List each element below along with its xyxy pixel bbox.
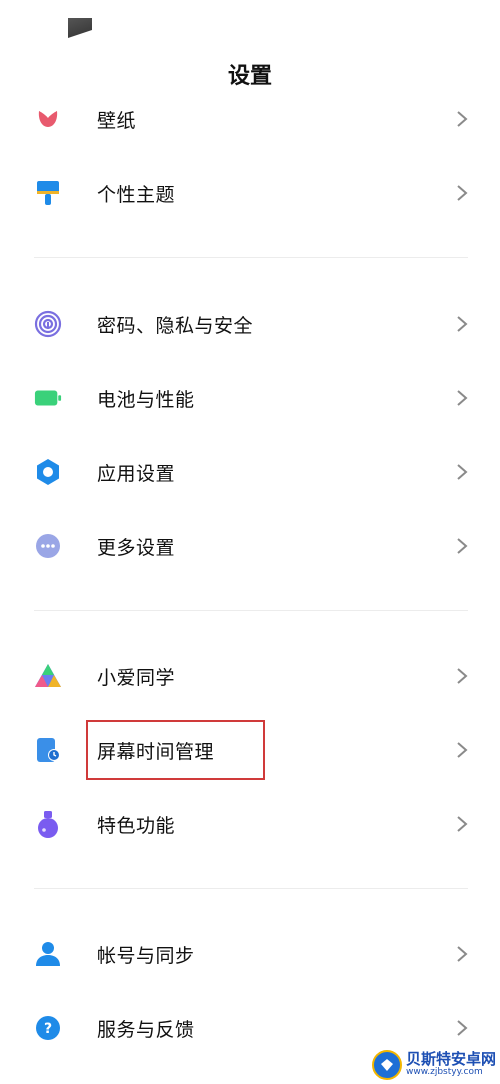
status-bar-indicator bbox=[68, 18, 92, 38]
more-dots-icon bbox=[34, 532, 62, 560]
fingerprint-icon bbox=[34, 310, 62, 338]
gear-icon bbox=[34, 458, 62, 486]
xiaoai-icon bbox=[34, 662, 62, 690]
flask-icon bbox=[34, 810, 62, 838]
settings-item-label: 电池与性能 bbox=[97, 388, 195, 411]
chevron-right-icon bbox=[454, 460, 470, 484]
settings-item-label: 壁纸 bbox=[97, 109, 137, 132]
settings-item-more[interactable]: 更多设置 bbox=[0, 516, 500, 576]
section-divider bbox=[34, 257, 468, 258]
svg-text:?: ? bbox=[44, 1021, 52, 1037]
watermark-url: www.zjbstyy.com bbox=[406, 1066, 483, 1077]
screen-time-icon bbox=[34, 736, 62, 764]
settings-item-theme[interactable]: 个性主题 bbox=[0, 163, 500, 223]
chevron-right-icon bbox=[454, 312, 470, 336]
settings-item-battery[interactable]: 电池与性能 bbox=[0, 368, 500, 428]
chevron-right-icon bbox=[454, 812, 470, 836]
settings-item-account-sync[interactable]: 帐号与同步 bbox=[0, 924, 500, 984]
chevron-right-icon bbox=[454, 181, 470, 205]
wallpaper-icon bbox=[34, 105, 62, 133]
chevron-right-icon bbox=[454, 664, 470, 688]
settings-item-app-settings[interactable]: 应用设置 bbox=[0, 442, 500, 502]
settings-item-wallpaper[interactable]: 壁纸 bbox=[0, 89, 500, 149]
settings-item-privacy[interactable]: 密码、隐私与安全 bbox=[0, 294, 500, 354]
battery-icon bbox=[34, 384, 62, 412]
help-icon: ? bbox=[34, 1014, 62, 1042]
settings-item-label: 更多设置 bbox=[97, 536, 176, 559]
highlight-box bbox=[86, 720, 265, 780]
chevron-right-icon bbox=[454, 738, 470, 762]
chevron-right-icon bbox=[454, 107, 470, 131]
chevron-right-icon bbox=[454, 534, 470, 558]
settings-item-label: 个性主题 bbox=[97, 183, 176, 206]
settings-item-label: 应用设置 bbox=[97, 462, 176, 485]
settings-item-label: 密码、隐私与安全 bbox=[97, 314, 254, 337]
settings-item-label: 帐号与同步 bbox=[97, 944, 195, 967]
chevron-right-icon bbox=[454, 386, 470, 410]
account-icon bbox=[34, 940, 62, 968]
settings-item-xiaoai[interactable]: 小爱同学 bbox=[0, 646, 500, 706]
chevron-right-icon bbox=[454, 1016, 470, 1040]
watermark-title: 贝斯特安卓网 bbox=[406, 1050, 497, 1069]
watermark-logo-icon bbox=[372, 1049, 402, 1080]
watermark: 贝斯特安卓网 www.zjbstyy.com bbox=[372, 1045, 500, 1084]
settings-item-label: 特色功能 bbox=[97, 814, 176, 837]
page-title: 设置 bbox=[227, 64, 272, 89]
settings-item-label: 小爱同学 bbox=[97, 666, 176, 689]
chevron-right-icon bbox=[454, 942, 470, 966]
settings-item-label: 服务与反馈 bbox=[97, 1018, 195, 1041]
section-divider bbox=[34, 888, 468, 889]
settings-item-special-features[interactable]: 特色功能 bbox=[0, 794, 500, 854]
section-divider bbox=[34, 610, 468, 611]
theme-brush-icon bbox=[34, 179, 62, 207]
